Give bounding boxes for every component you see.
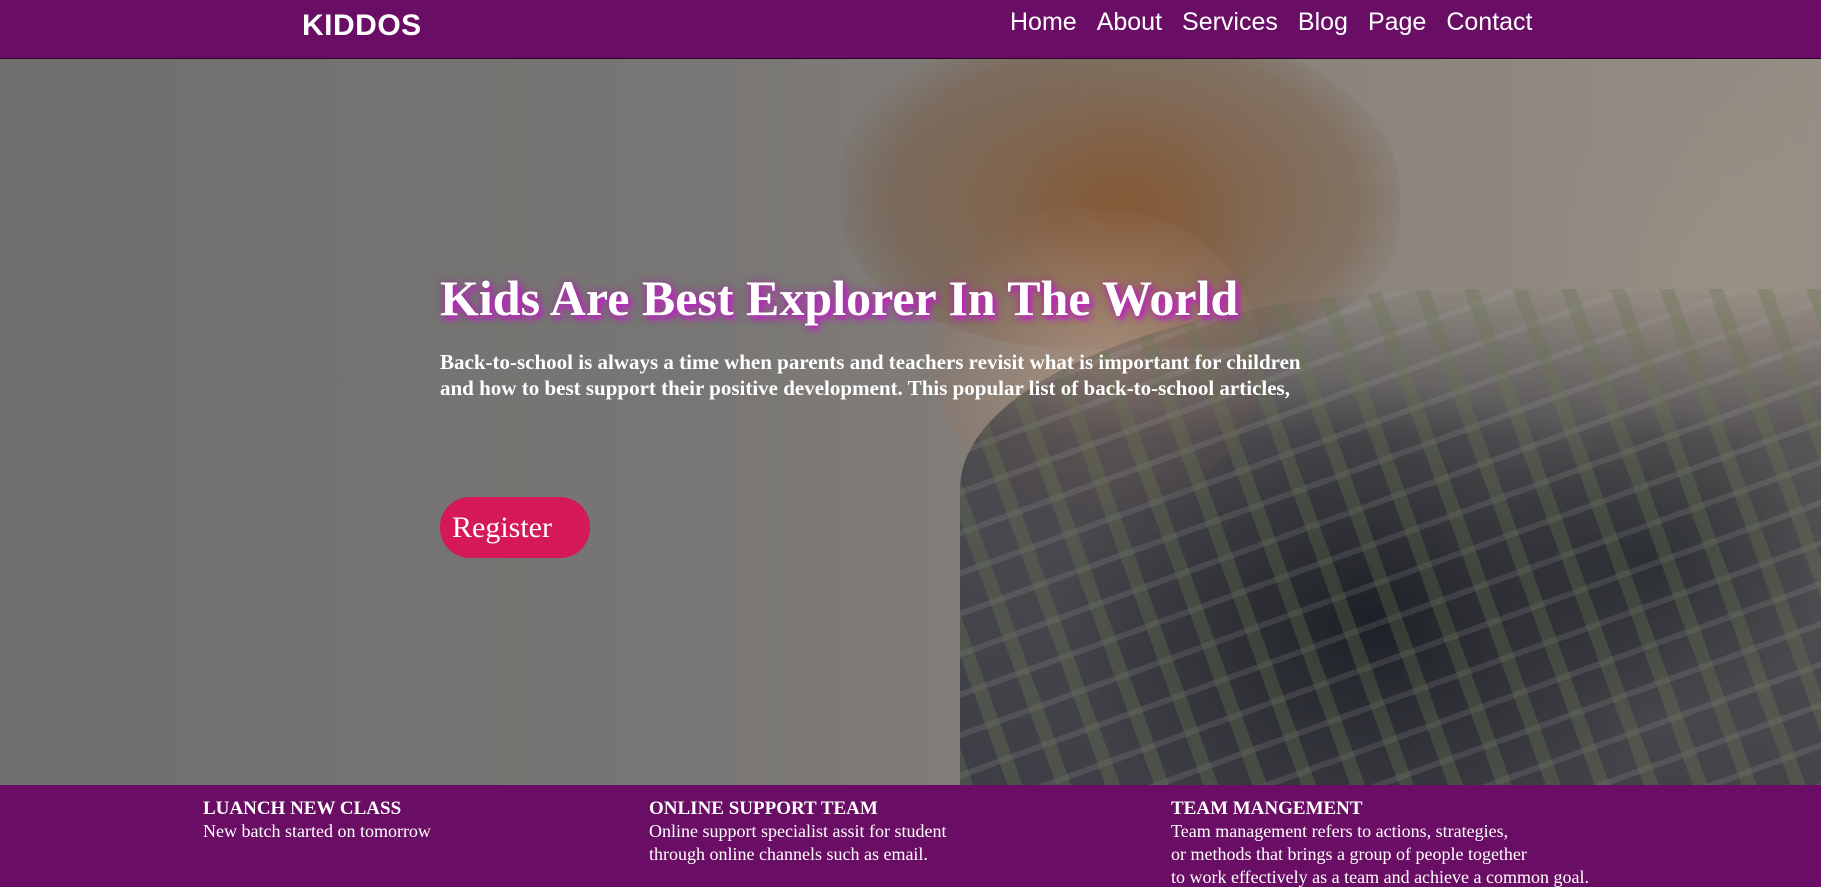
feature-title: TEAM MANGEMENT [1171, 798, 1363, 819]
nav-contact[interactable]: Contact [1446, 8, 1532, 37]
hero-description-line-2: and how to best support their positive d… [440, 376, 1290, 400]
feature-text-line: Team management refers to actions, strat… [1171, 821, 1509, 841]
features-strip: LUANCH NEW CLASS New batch started on to… [0, 785, 1821, 887]
nav-about[interactable]: About [1097, 8, 1162, 37]
feature-title: LUANCH NEW CLASS [203, 798, 402, 819]
nav-page[interactable]: Page [1368, 8, 1426, 37]
nav-home[interactable]: Home [1010, 8, 1077, 37]
feature-text-line: Online support specialist assit for stud… [649, 821, 947, 841]
feature-online-support: ONLINE SUPPORT TEAM Online support speci… [649, 798, 946, 866]
nav-services[interactable]: Services [1182, 8, 1278, 37]
nav-blog[interactable]: Blog [1298, 8, 1348, 37]
hero-description-line-1: Back-to-school is always a time when par… [440, 350, 1301, 374]
feature-title: ONLINE SUPPORT TEAM [649, 798, 878, 819]
feature-text-line: to work effectively as a team and achiev… [1171, 867, 1589, 887]
feature-launch-class: LUANCH NEW CLASS New batch started on to… [203, 798, 431, 843]
hero-dark-overlay [0, 59, 1821, 785]
feature-team-management: TEAM MANGEMENT Team management refers to… [1171, 798, 1589, 887]
hero-content: Kids Are Best Explorer In The World Back… [440, 269, 1440, 401]
register-button[interactable]: Register [440, 497, 590, 558]
hero-title: Kids Are Best Explorer In The World [440, 270, 1239, 326]
feature-text-line: or methods that brings a group of people… [1171, 844, 1527, 864]
hero-section: Kids Are Best Explorer In The World Back… [0, 59, 1821, 785]
main-nav: Home About Services Blog Page Contact [1010, 8, 1533, 37]
brand-logo[interactable]: KIDDOS [302, 9, 422, 43]
feature-text-line: through online channels such as email. [649, 844, 928, 864]
top-navbar: KIDDOS Home About Services Blog Page Con… [0, 0, 1821, 59]
feature-text-line: New batch started on tomorrow [203, 821, 431, 841]
hero-description: Back-to-school is always a time when par… [440, 349, 1430, 401]
